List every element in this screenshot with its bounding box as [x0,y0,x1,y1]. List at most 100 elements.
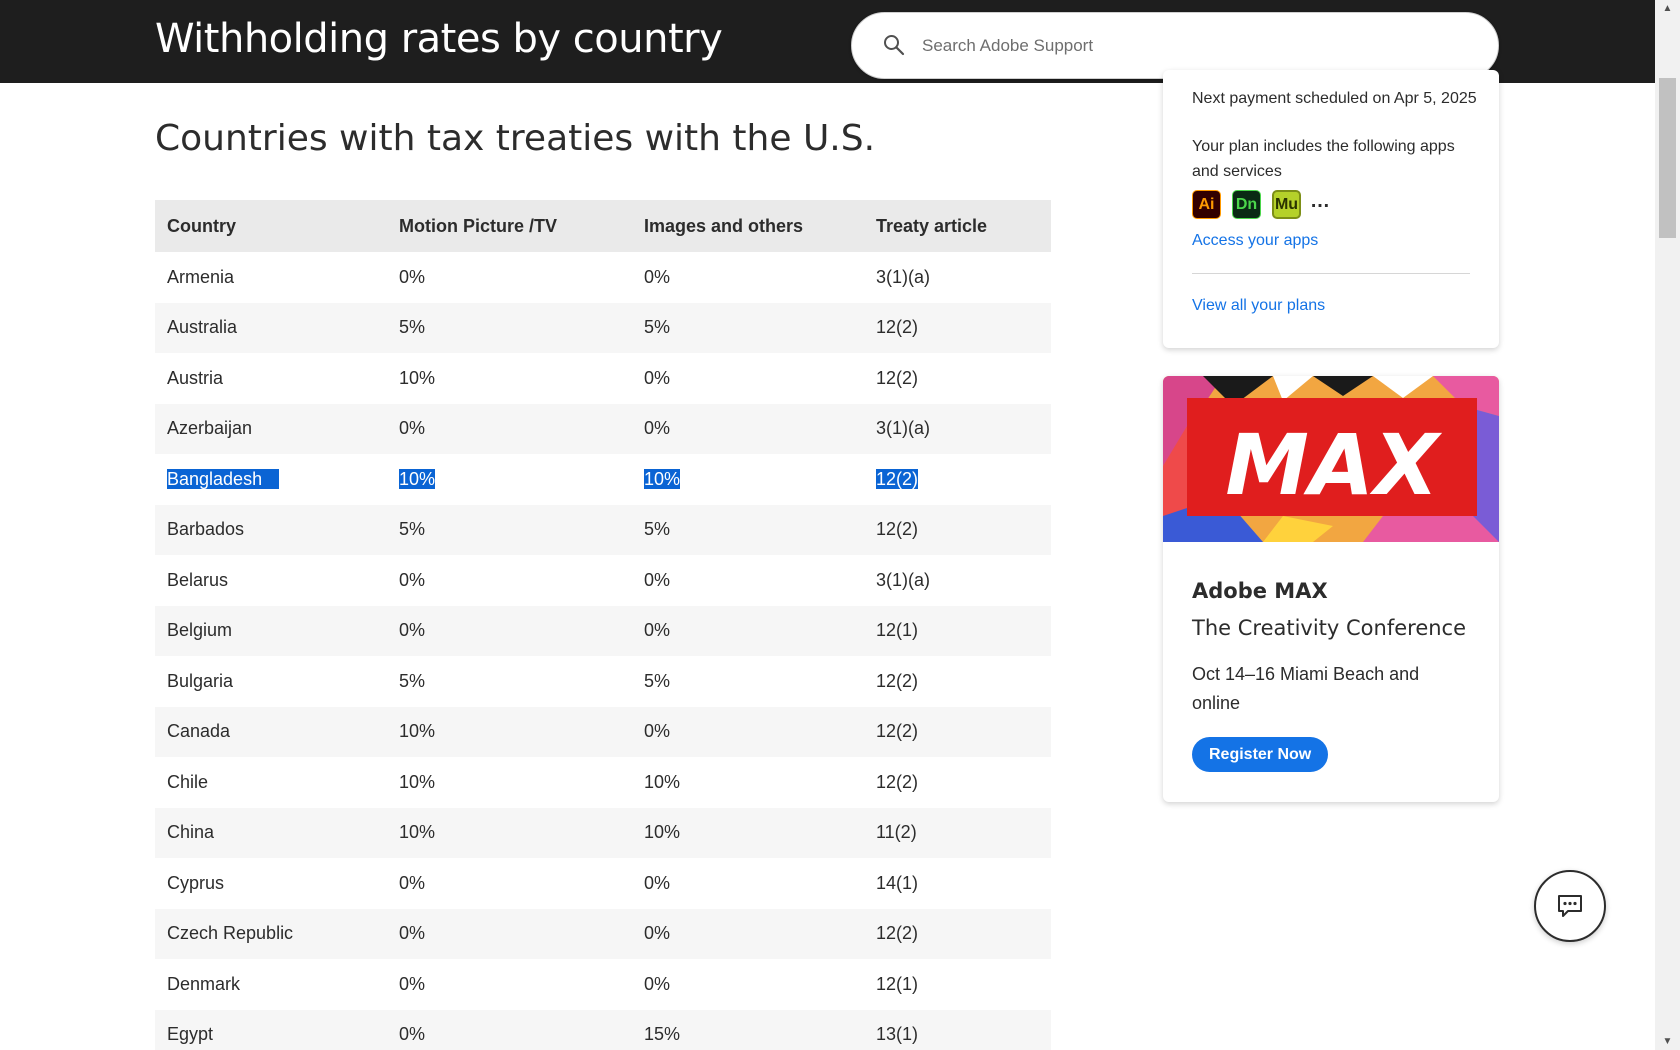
cell-images: 0% [644,252,876,303]
cell-images: 15% [644,1009,876,1050]
cell-motion-picture: 10% [399,807,644,858]
cell-text: 0% [399,1024,426,1045]
cell-treaty-article: 12(2) [876,504,1051,555]
muse-icon[interactable]: Mu [1272,190,1301,219]
cell-text: Bangladesh [167,468,280,489]
search-input[interactable] [922,31,1462,61]
cell-text: 0% [399,872,426,893]
scroll-thumb[interactable] [1659,78,1676,238]
max-subtitle: The Creativity Conference [1192,616,1467,640]
table-row: Cyprus 0% 0% 14(1) [155,858,1051,909]
cell-images: 0% [644,706,876,757]
cell-images: 0% [644,908,876,959]
app-icons-row: Ai Dn Mu … [1192,190,1330,219]
scroll-up-arrow-icon[interactable]: ▲ [1655,0,1680,17]
cell-treaty-article: 14(1) [876,858,1051,909]
cell-text: Austria [167,367,224,388]
cell-motion-picture: 10% [399,454,644,505]
cell-text: 12(2) [876,670,919,691]
cell-text: 10% [399,468,436,489]
cell-text: 0% [644,569,671,590]
plan-card: Next payment scheduled on Apr 5, 2025 Yo… [1163,70,1499,348]
table-row: Armenia 0% 0% 3(1)(a) [155,252,1051,303]
cell-text: 5% [644,670,671,691]
cell-country: Armenia [155,252,399,303]
cell-text: 10% [399,721,436,742]
cell-text: 0% [399,923,426,944]
max-banner-text: MAX [1225,416,1443,514]
max-dates: Oct 14–16 Miami Beach and online [1192,664,1420,713]
column-header-images: Images and others [644,200,876,252]
view-all-plans-link[interactable]: View all your plans [1192,297,1325,315]
cell-country: Barbados [155,504,399,555]
adobe-max-card: MAX Adobe MAX The Creativity Conference … [1163,376,1499,802]
cell-text: 0% [399,620,426,641]
cell-country: Canada [155,706,399,757]
cell-text: 0% [399,973,426,994]
cell-text: 14(1) [876,872,919,893]
access-apps-link[interactable]: Access your apps [1192,232,1318,250]
table-row: Czech Republic 0% 0% 12(2) [155,908,1051,959]
cell-images: 0% [644,959,876,1010]
illustrator-icon[interactable]: Ai [1192,190,1221,219]
cell-images: 0% [644,858,876,909]
next-payment-text: Next payment scheduled on Apr 5, 2025 [1192,90,1477,107]
cell-motion-picture: 0% [399,605,644,656]
cell-text: Belarus [167,569,229,590]
cell-text: Cyprus [167,872,225,893]
cell-treaty-article: 12(2) [876,454,1051,505]
cell-text: 0% [644,923,671,944]
cell-text: 0% [644,367,671,388]
search-box[interactable] [851,12,1499,79]
cell-treaty-article: 13(1) [876,1009,1051,1050]
table-row: Egypt 0% 15% 13(1) [155,1009,1051,1050]
cell-motion-picture: 0% [399,908,644,959]
cell-treaty-article: 12(2) [876,757,1051,808]
cell-text: 12(2) [876,721,919,742]
cell-country: Azerbaijan [155,403,399,454]
cell-text: Armenia [167,266,235,287]
cell-motion-picture: 5% [399,302,644,353]
cell-country: Austria [155,353,399,404]
cell-country: Bangladesh [155,454,399,505]
more-apps-icon[interactable]: … [1310,190,1330,213]
cell-images: 0% [644,403,876,454]
cell-text: 0% [644,418,671,439]
cell-text: Belgium [167,620,233,641]
cell-text: 3(1)(a) [876,266,931,287]
table-row: Bangladesh 10% 10% 12(2) [155,454,1051,505]
cell-images: 10% [644,757,876,808]
scroll-down-arrow-icon[interactable]: ▼ [1655,1033,1680,1050]
cell-text: 5% [399,670,426,691]
max-banner-image[interactable]: MAX [1163,376,1499,542]
cell-text: 12(2) [876,519,919,540]
cell-images: 0% [644,605,876,656]
cell-text: Bulgaria [167,670,234,691]
cell-text: 11(2) [876,822,917,843]
cell-text: 10% [399,822,436,843]
cell-text: Australia [167,317,238,338]
cell-text: Czech Republic [167,923,294,944]
table-body: Armenia 0% 0% 3(1)(a) Australia 5% 5% 12(2) Aust… [155,252,1051,1050]
page-scrollbar[interactable]: ▲ ▼ [1655,0,1680,1050]
chat-button[interactable] [1534,870,1606,942]
cell-images: 5% [644,656,876,707]
cell-motion-picture: 5% [399,656,644,707]
dimension-icon[interactable]: Dn [1232,190,1261,219]
register-now-button[interactable]: Register Now [1192,737,1329,772]
cell-treaty-article: 12(2) [876,656,1051,707]
table-row: Denmark 0% 0% 12(1) [155,959,1051,1010]
cell-treaty-article: 3(1)(a) [876,555,1051,606]
cell-country: Czech Republic [155,908,399,959]
cell-motion-picture: 0% [399,858,644,909]
cell-treaty-article: 12(1) [876,605,1051,656]
cell-images: 0% [644,555,876,606]
table-row: Belgium 0% 0% 12(1) [155,605,1051,656]
cell-country: Australia [155,302,399,353]
cell-text: 15% [644,1024,681,1045]
cell-treaty-article: 12(2) [876,908,1051,959]
cell-text: 5% [399,519,426,540]
cell-text: 13(1) [876,1024,919,1045]
cell-treaty-article: 3(1)(a) [876,252,1051,303]
column-header-country: Country [155,200,399,252]
